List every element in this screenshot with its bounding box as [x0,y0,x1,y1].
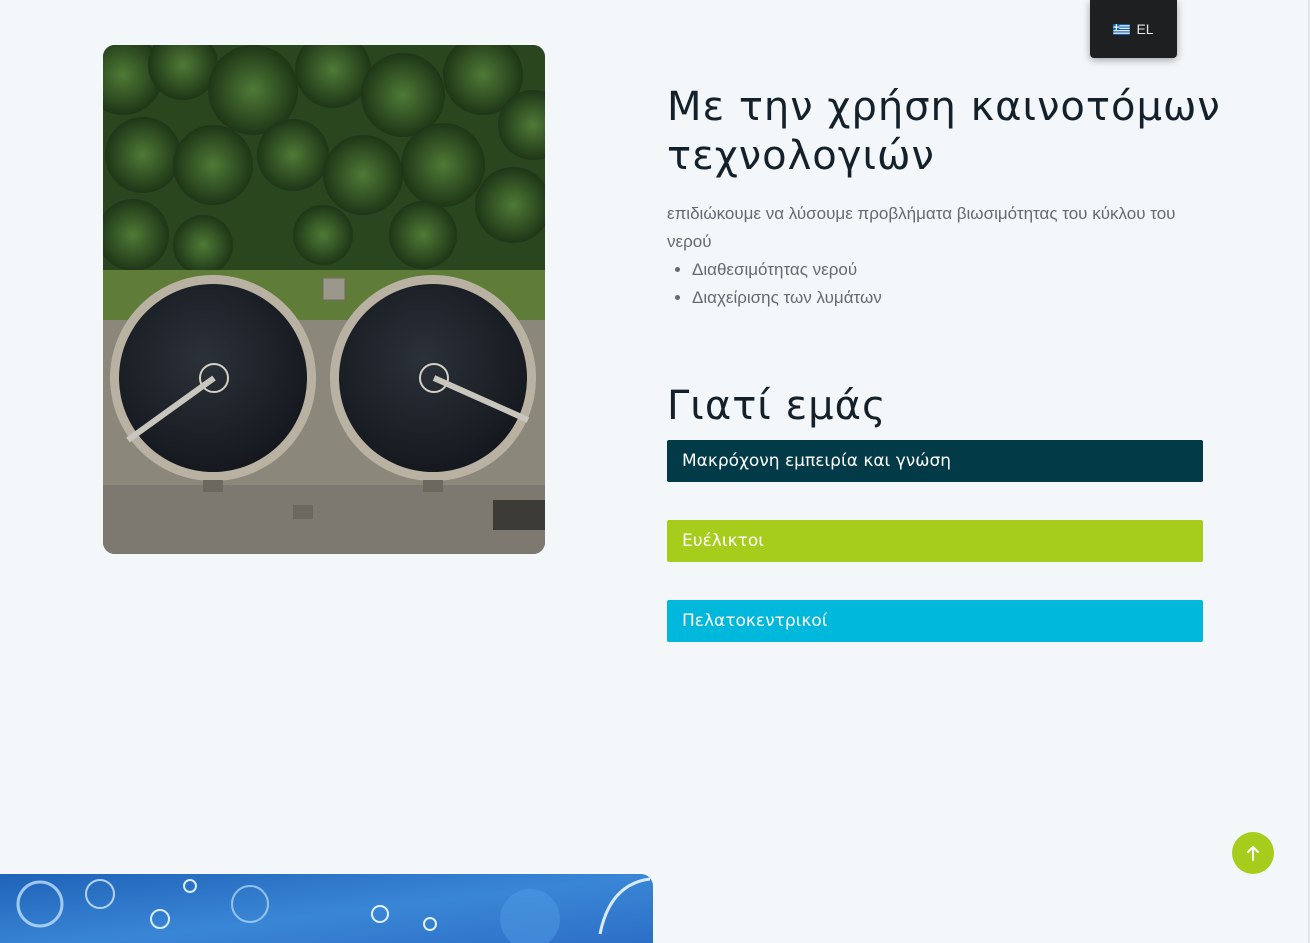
main-heading: Με την χρήση καινοτόμων τεχνολογιών [667,84,1221,179]
intro-text: επιδιώκουμε να λύσουμε προβλήματα βιωσιμ… [667,204,1176,251]
benefits-list: Διαθεσιμότητας νερού Διαχείρισης των λυμ… [692,256,882,312]
arrow-up-icon [1247,846,1259,861]
list-item: Διαχείρισης των λυμάτων [692,284,882,312]
feature-customer-centric[interactable]: Πελατοκεντρικοί [667,600,1203,642]
list-item: Διαθεσιμότητας νερού [692,256,882,284]
feature-flexible[interactable]: Ευέλικτοι [667,520,1203,562]
feature-label: Πελατοκεντρικοί [682,611,828,631]
feature-label: Μακρόχονη εμπειρία και γνώση [682,451,952,471]
language-switcher[interactable]: EL [1090,0,1177,58]
feature-experience[interactable]: Μακρόχονη εμπειρία και γνώση [667,440,1203,482]
water-image [0,874,653,943]
greek-flag-icon [1113,23,1131,35]
language-code: EL [1136,21,1154,37]
why-us-heading: Γιατί εμάς [667,383,887,429]
scroll-to-top-button[interactable] [1232,832,1274,874]
feature-label: Ευέλικτοι [682,531,764,551]
hero-image [103,45,545,554]
